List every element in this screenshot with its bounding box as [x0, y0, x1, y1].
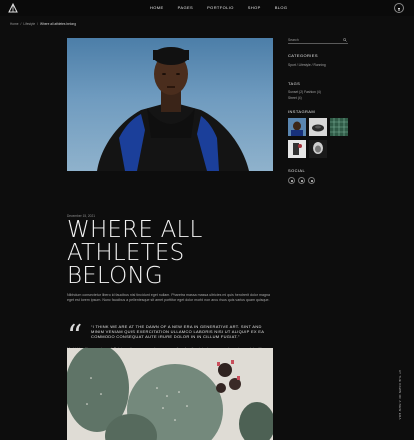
breadcrumb-separator: / — [37, 22, 38, 26]
tags-heading: TAGS — [288, 81, 301, 86]
breadcrumb-section[interactable]: Lifestyle — [23, 22, 35, 26]
post-paragraph-1: Nibhdum consectetur libero id faucibus n… — [67, 293, 270, 303]
nav-shop[interactable]: SHOP — [248, 5, 261, 10]
post-featured-image — [67, 38, 273, 171]
cactus-image — [67, 348, 273, 440]
search-icon[interactable] — [343, 38, 347, 42]
post-cactus-image — [67, 348, 273, 440]
nav-home[interactable]: HOME — [150, 5, 164, 10]
social-links — [288, 177, 315, 184]
top-navigation-bar: HOME PAGES PORTFOLIO SHOP BLOG — [0, 0, 414, 16]
post-blockquote: “I THINK WE ARE AT THE DAWN OF A NEW ERA… — [91, 324, 265, 340]
instagram-thumb[interactable] — [309, 118, 327, 136]
nav-portfolio[interactable]: PORTFOLIO — [207, 5, 234, 10]
instagram-thumb[interactable] — [288, 140, 306, 158]
menu-toggle-icon[interactable] — [394, 3, 404, 13]
instagram-heading: INSTAGRAM — [288, 109, 316, 114]
post-title: WHERE ALL ATHLETES BELONG — [67, 217, 203, 289]
athlete-portrait-image — [97, 47, 249, 171]
instagram-thumb[interactable] — [288, 118, 306, 136]
facebook-icon[interactable] — [288, 177, 295, 184]
breadcrumb-current: Where all athletes belong — [40, 22, 76, 26]
logo-icon[interactable] — [8, 3, 18, 13]
instagram-thumb[interactable] — [309, 140, 327, 158]
tags-line-2[interactable]: Street (4) — [288, 96, 302, 100]
side-vertical-label: AT THE DAWN OF A NEW ERA — [398, 370, 402, 420]
instagram-grid — [288, 118, 350, 158]
nav-blog[interactable]: BLOG — [275, 5, 288, 10]
search-placeholder: Search — [288, 38, 299, 42]
breadcrumb-home[interactable]: Home — [10, 22, 19, 26]
breadcrumb: Home / Lifestyle / Where all athletes be… — [10, 22, 76, 26]
search-field[interactable]: Search — [288, 38, 348, 44]
tags-line-1[interactable]: Sunset (2) Fashion (4) — [288, 90, 321, 94]
nav-pages[interactable]: PAGES — [178, 5, 194, 10]
instagram-thumb[interactable] — [330, 118, 348, 136]
breadcrumb-separator: / — [20, 22, 22, 26]
social-heading: SOCIAL — [288, 168, 306, 173]
categories-list[interactable]: Sport / Lifestyle / Running — [288, 63, 326, 67]
twitter-icon[interactable] — [298, 177, 305, 184]
main-nav: HOME PAGES PORTFOLIO SHOP BLOG — [150, 5, 287, 10]
instagram-icon[interactable] — [308, 177, 315, 184]
categories-heading: CATEGORIES — [288, 53, 318, 58]
